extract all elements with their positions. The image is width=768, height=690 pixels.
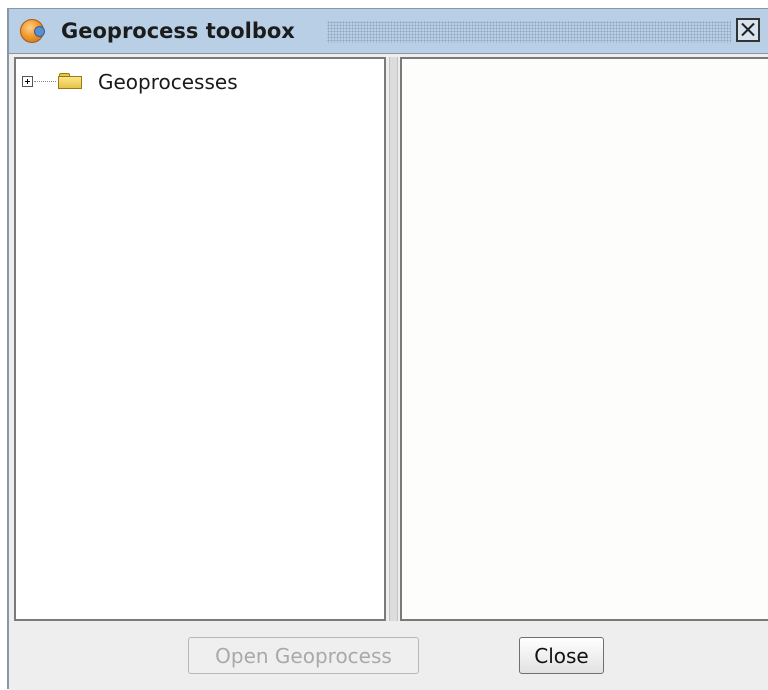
folder-icon: [58, 73, 82, 89]
title-bar[interactable]: Geoprocess toolbox: [9, 9, 768, 54]
tree-node-label[interactable]: Geoprocesses: [98, 70, 238, 94]
title-drag-grip[interactable]: [327, 21, 731, 43]
geoprocess-description-panel: [400, 57, 768, 621]
geoprocess-tree-panel[interactable]: Geoprocesses: [14, 57, 386, 621]
gvsig-globe-icon: [20, 19, 45, 43]
tree-node-geoprocesses[interactable]: Geoprocesses: [22, 69, 322, 94]
close-icon[interactable]: [736, 18, 760, 42]
window-title: Geoprocess toolbox: [61, 19, 295, 43]
expand-plus-icon[interactable]: [22, 76, 33, 87]
tree-connector-line: [34, 81, 56, 82]
button-bar: Open Geoprocess Close: [9, 623, 768, 690]
close-button[interactable]: Close: [519, 637, 604, 674]
open-geoprocess-button[interactable]: Open Geoprocess: [188, 637, 419, 674]
split-pane-divider[interactable]: [389, 57, 398, 621]
geoprocess-toolbox-window: Geoprocess toolbox Geoprocesses Open Geo…: [7, 8, 768, 690]
